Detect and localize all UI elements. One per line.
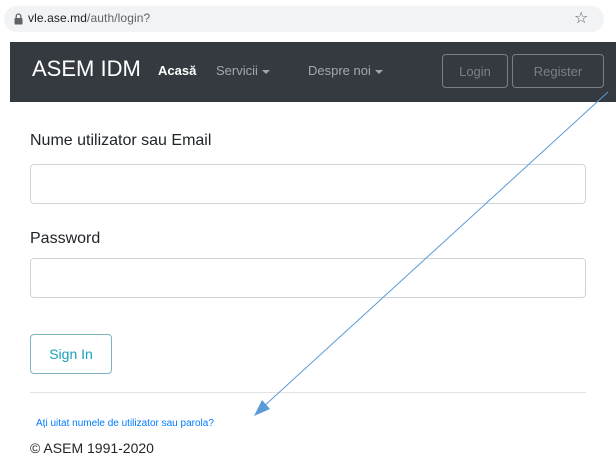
- forgot-credentials-link[interactable]: Ați uitat numele de utilizator sau parol…: [36, 418, 214, 429]
- browser-address-bar: vle.ase.md/auth/login? ☆: [0, 0, 616, 38]
- nav-item-home[interactable]: Acasă: [158, 63, 196, 78]
- sign-in-button[interactable]: Sign In: [30, 334, 112, 374]
- url-field[interactable]: vle.ase.md/auth/login? ☆: [4, 6, 604, 32]
- url-path: /auth/login?: [87, 11, 151, 25]
- chevron-down-icon: [261, 69, 270, 74]
- password-label: Password: [30, 230, 101, 247]
- divider: [30, 392, 586, 393]
- nav-item-services[interactable]: Servicii: [216, 63, 270, 78]
- username-label: Nume utilizator sau Email: [30, 132, 212, 149]
- navbar-brand[interactable]: ASEM IDM: [32, 56, 141, 82]
- copyright-text: © ASEM 1991-2020: [30, 440, 154, 456]
- nav-item-about[interactable]: Despre noi: [308, 63, 383, 78]
- chevron-down-icon: [374, 69, 383, 74]
- username-input[interactable]: [30, 164, 586, 204]
- nav-item-services-label: Servicii: [216, 63, 258, 78]
- navbar: ASEM IDM Acasă Servicii Despre noi Login…: [10, 42, 616, 102]
- page: vle.ase.md/auth/login? ☆ ASEM IDM Acasă …: [0, 0, 616, 460]
- nav-item-about-label: Despre noi: [308, 63, 371, 78]
- star-icon[interactable]: ☆: [574, 9, 588, 29]
- register-button[interactable]: Register: [512, 54, 604, 88]
- lock-icon: [14, 13, 23, 25]
- url-host: vle.ase.md: [28, 11, 88, 25]
- url-text: vle.ase.md/auth/login?: [28, 11, 150, 25]
- login-button[interactable]: Login: [442, 54, 508, 88]
- password-input[interactable]: [30, 258, 586, 298]
